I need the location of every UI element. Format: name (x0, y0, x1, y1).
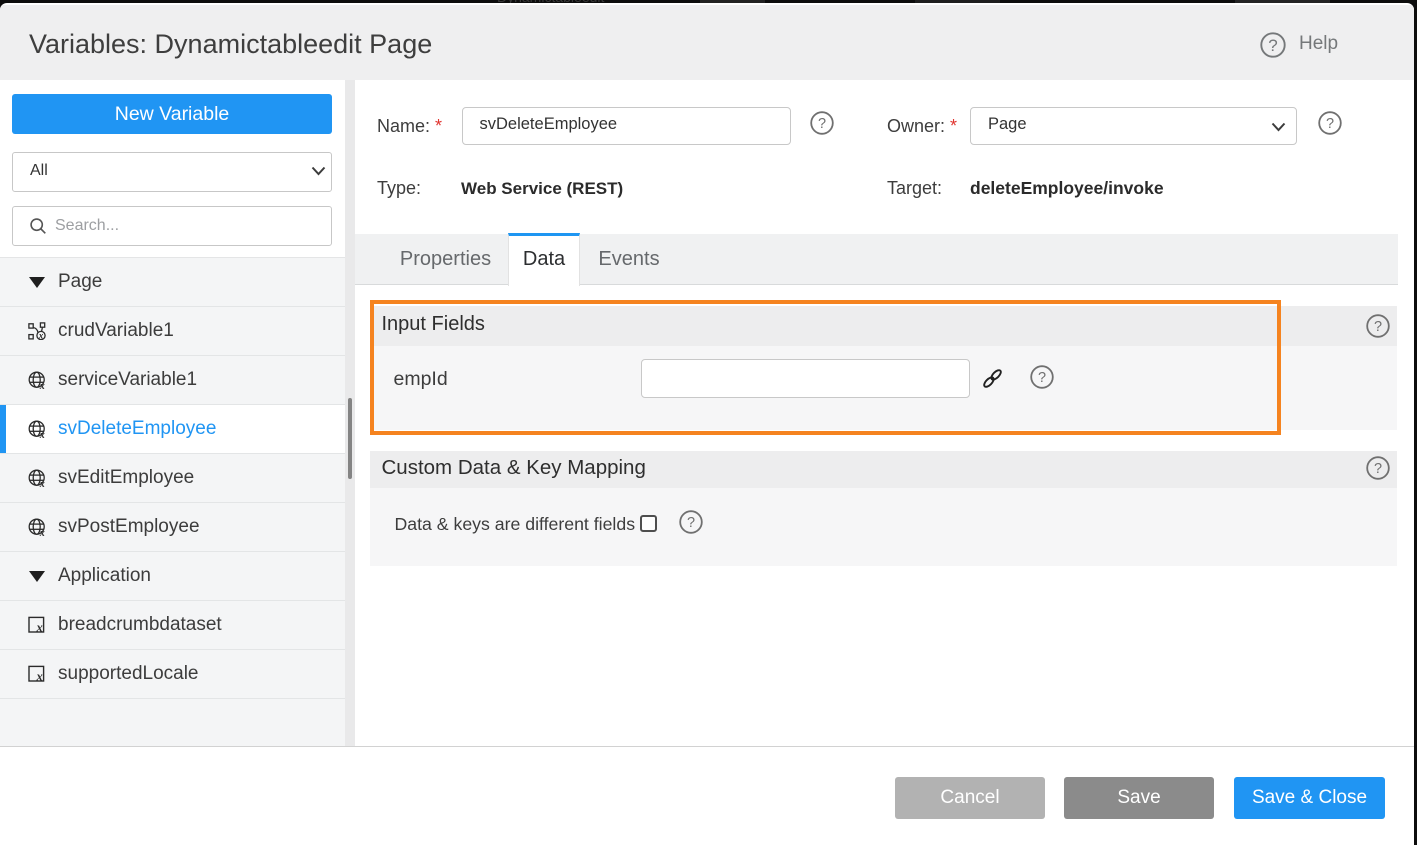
svg-text:?: ? (1326, 116, 1334, 132)
svg-text:?: ? (1373, 461, 1381, 477)
svg-text:x: x (39, 430, 45, 438)
svg-text:x: x (38, 330, 44, 340)
svg-text:x: x (39, 381, 45, 389)
svg-text:?: ? (1268, 36, 1277, 55)
svg-text:?: ? (818, 116, 826, 132)
svg-text:x: x (35, 620, 42, 634)
svg-text:?: ? (1373, 319, 1381, 335)
svg-text:x: x (39, 528, 45, 536)
svg-text:x: x (39, 479, 45, 487)
svg-text:?: ? (687, 515, 695, 531)
svg-text:x: x (35, 669, 42, 683)
